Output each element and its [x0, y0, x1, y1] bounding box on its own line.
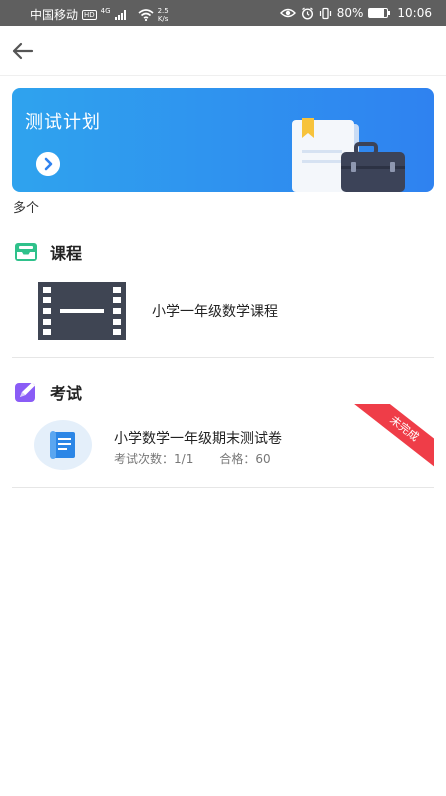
scroll-document-icon [50, 431, 75, 459]
book-briefcase-illustration [292, 118, 405, 192]
alarm-icon [301, 7, 313, 20]
network-speed: 2.5 K/s [158, 7, 169, 23]
arrow-left-icon[interactable] [10, 38, 36, 64]
attempts-value: 1/1 [174, 452, 194, 466]
course-list-item[interactable]: 小学一年级数学课程 [38, 282, 434, 340]
pass-value: 60 [255, 452, 271, 466]
wifi-icon [138, 8, 154, 21]
section-divider [12, 357, 434, 358]
app-header [0, 26, 446, 76]
exam-attempts: 考试次数：1/1 [114, 450, 193, 467]
banner-title: 测试计划 [25, 112, 101, 133]
chevron-right-circle-icon[interactable] [36, 152, 60, 176]
exam-list-item[interactable]: 小学数学一年级期末测试卷 考试次数：1/1 合格：60 未完成 [12, 404, 434, 480]
edit-pen-icon [15, 382, 35, 402]
status-bar: 中国移动 HD 4G 2.5 K/s 80% 10:06 [0, 0, 446, 26]
clock-time: 10:06 [397, 6, 432, 20]
battery-percent: 80% [336, 6, 364, 20]
status-ribbon: 未完成 [349, 404, 434, 475]
course-section-title: 课程 [50, 244, 83, 263]
exam-section-title: 考试 [50, 384, 83, 403]
course-section-header: 课程 [14, 240, 82, 264]
exam-pass-score: 合格：60 [219, 450, 270, 467]
exam-title: 小学数学一年级期末测试卷 [114, 431, 282, 447]
signal-icon [114, 9, 126, 20]
video-film-icon [38, 282, 126, 340]
exam-section-header: 考试 [14, 380, 82, 404]
tray-icon [15, 243, 37, 261]
speed-value: 2.5 [157, 6, 169, 15]
battery-fill [369, 9, 384, 17]
section-divider [12, 487, 434, 488]
banner-subtitle: 多个 [13, 201, 40, 216]
pass-label: 合格： [219, 452, 256, 466]
exam-meta: 考试次数：1/1 合格：60 [114, 450, 271, 467]
test-plan-banner: 测试计划 [12, 88, 434, 192]
hd-badge: HD [82, 9, 97, 20]
carrier-name: 中国移动 [30, 8, 79, 22]
eye-icon [279, 8, 296, 18]
course-title: 小学一年级数学课程 [152, 304, 278, 320]
network-type: 4G [100, 6, 111, 15]
attempts-label: 考试次数： [114, 452, 175, 466]
exam-icon-badge [34, 420, 92, 470]
battery-icon [368, 8, 391, 18]
speed-unit: K/s [157, 14, 169, 23]
vibrate-icon [319, 7, 331, 19]
